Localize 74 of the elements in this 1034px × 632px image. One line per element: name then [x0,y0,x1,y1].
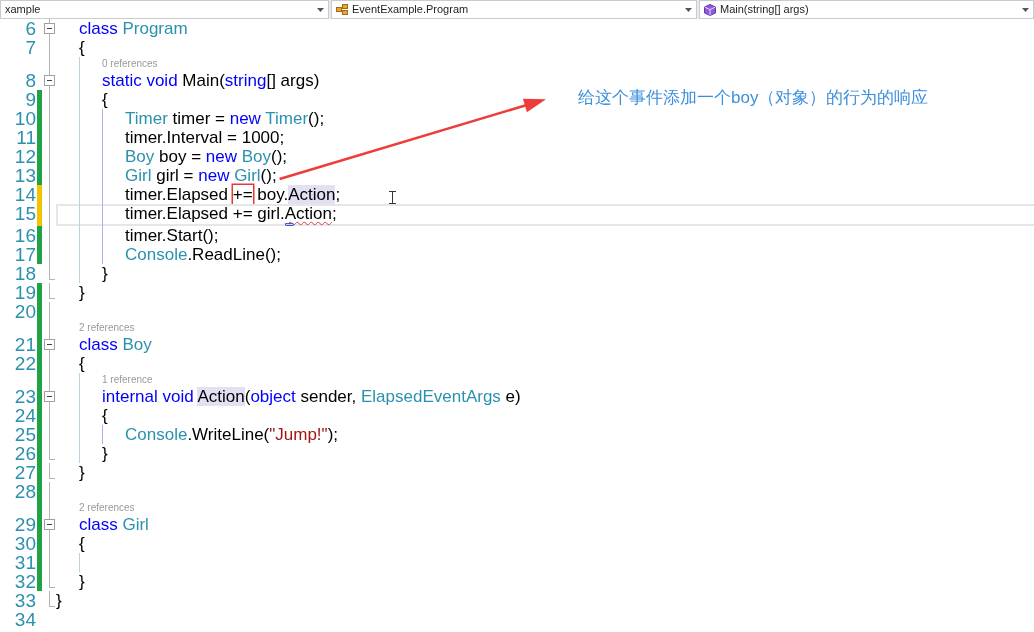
code-lens[interactable]: 1 reference [102,375,153,385]
line-number: 32 [14,572,36,591]
line-number: 6 [25,19,36,38]
code-line: class Girl [79,516,149,533]
line-number: 16 [14,226,36,245]
line-number: 22 [14,354,36,373]
line-number: 11 [16,128,36,147]
caret-icon [317,7,324,12]
text-cursor-icon [389,191,396,204]
line-number: 19 [14,283,36,302]
line-number: 27 [14,463,36,482]
caret-icon [685,7,692,12]
code-line: static void Main(string[] args) [102,72,320,89]
code-lens[interactable]: 2 references [79,323,135,333]
collapse-icon[interactable] [44,519,55,530]
code-line: } [56,592,62,609]
line-number: 30 [14,534,36,553]
code-line: { [79,39,85,56]
code-line: Boy boy = new Boy(); [125,148,288,165]
line-number: 20 [14,302,36,321]
line-number: 12 [14,147,36,166]
code-line: } [102,445,108,462]
code-line: { [102,91,108,108]
line-number: 26 [14,444,36,463]
code-lens[interactable]: 2 references [79,503,135,513]
code-lens[interactable]: 0 references [102,59,158,69]
line-number: 8 [25,71,36,90]
code-line: Timer timer = new Timer(); [125,110,325,127]
code-line: } [79,573,85,590]
caret-icon [1022,7,1029,12]
line-number: 15 [14,203,36,223]
line-number: 14 [14,185,36,204]
code-line: { [79,535,85,552]
line-number: 17 [14,245,36,264]
navigation-dropdown[interactable]: xample [0,0,329,19]
code-line: timer.Start(); [125,227,219,244]
line-number: 7 [25,38,36,57]
code-line: Console.WriteLine("Jump!"); [125,426,339,443]
line-number: 25 [14,425,36,444]
line-number: 28 [14,482,36,501]
code-line: timer.Elapsed += girl.Action; [125,204,337,222]
code-line: } [79,284,85,301]
collapse-icon[interactable] [44,391,55,402]
line-number: 24 [14,406,36,425]
code-line: class Boy [79,336,152,353]
code-line: Girl girl = new Girl(); [125,167,277,184]
smart-tag-icon[interactable] [284,222,294,226]
collapse-icon[interactable] [44,23,55,34]
navigation-dropdown[interactable]: EventExample.Program [331,0,697,19]
code-line: { [102,407,108,424]
line-number: 18 [14,264,36,283]
code-line: timer.Interval = 1000; [125,129,285,146]
navigation-dropdown[interactable]: Main(string[] args) [699,0,1034,19]
line-number: 29 [14,515,36,534]
code-line: Console.ReadLine(); [125,246,281,263]
line-number: 33 [14,591,36,610]
cube-icon [704,3,716,16]
blocks-icon [336,4,348,15]
collapse-icon[interactable] [44,339,55,350]
code-line: } [102,265,108,282]
line-number: 21 [14,335,36,354]
code-line: timer.Elapsed += boy.Action; [125,186,341,203]
code-line: { [79,355,85,372]
line-number: 23 [14,387,36,406]
line-number: 9 [25,90,36,109]
annotation-text: 给这个事件添加一个boy（对象）的行为的响应 [578,88,929,109]
line-number: 13 [14,166,36,185]
line-number: 34 [14,610,36,629]
code-line: class Program [79,20,188,37]
collapse-icon[interactable] [44,75,55,86]
code-line: } [79,464,85,481]
code-line: internal void Action(object sender, ElapsedEventArgs e) [102,388,521,405]
line-number: 31 [14,553,36,572]
line-number: 10 [14,109,36,128]
